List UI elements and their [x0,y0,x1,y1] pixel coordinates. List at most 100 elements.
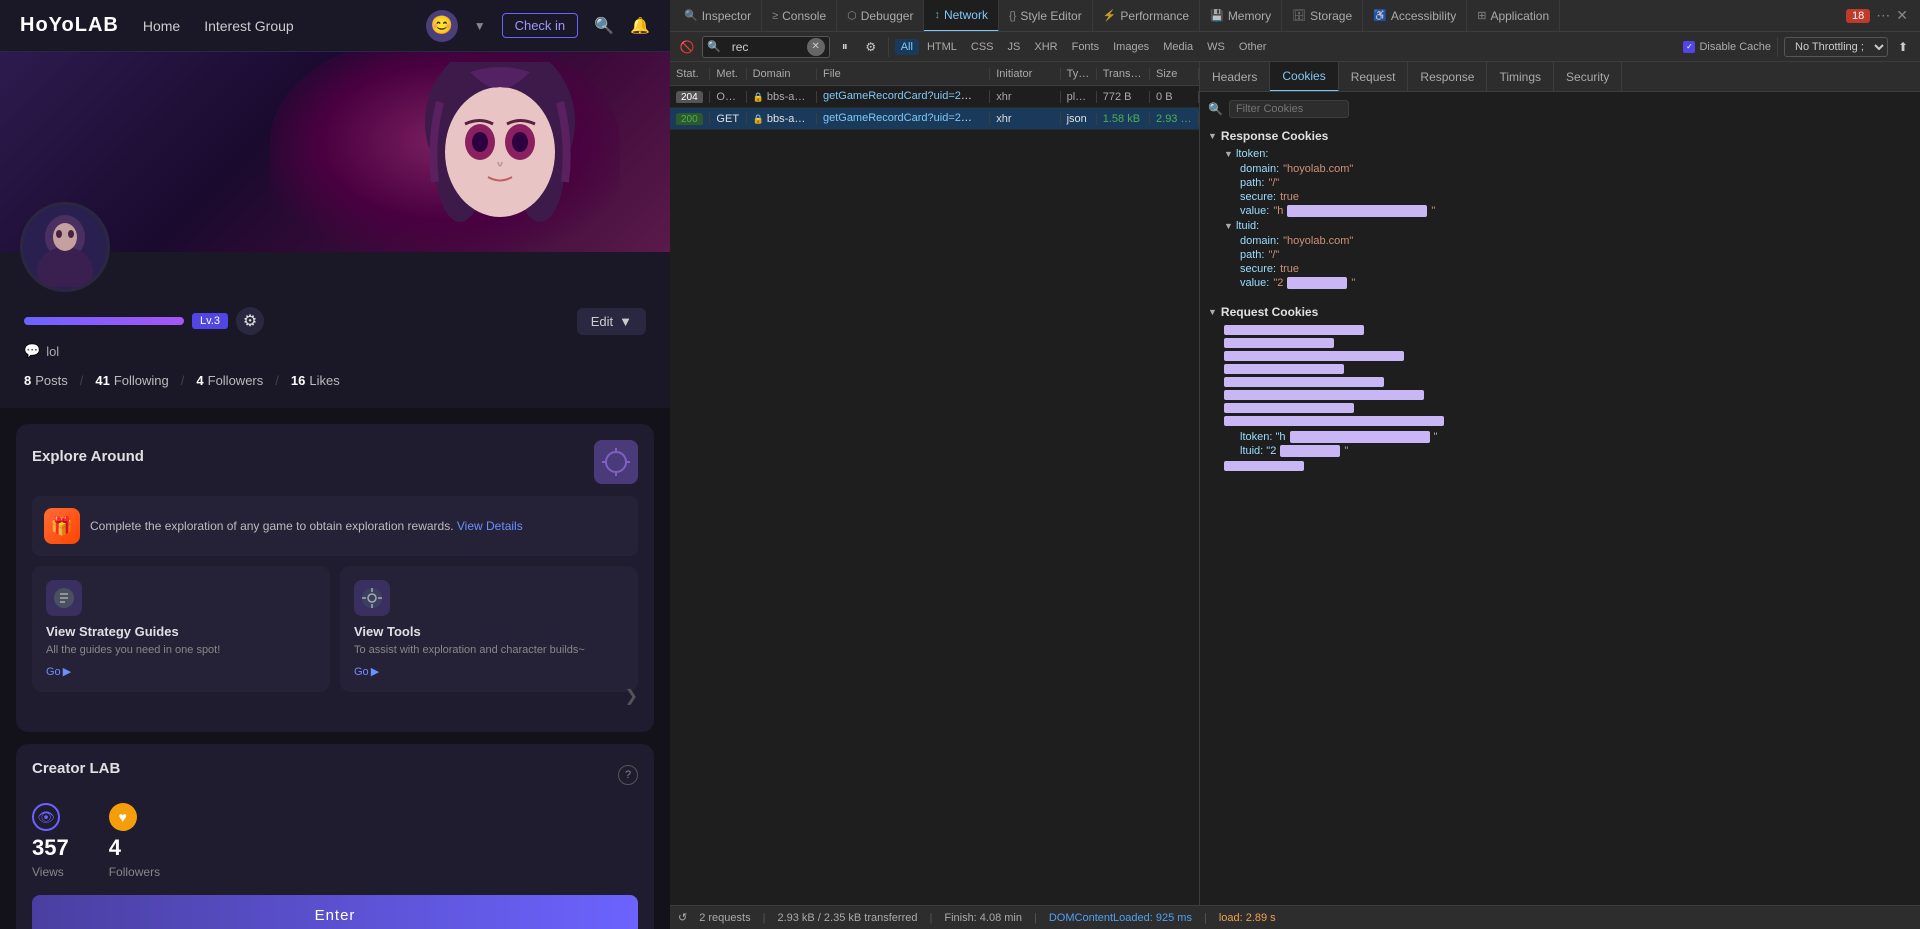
performance-icon: ⚡ [1103,9,1117,22]
logo: HoYoLAB [20,14,119,37]
views-label: Views [32,865,69,879]
nav-avatar[interactable]: 😊 [426,10,458,42]
view-details-link[interactable]: View Details [457,519,523,533]
detail-tab-cookies[interactable]: Cookies [1270,62,1338,92]
inspector-icon: 🔍 [684,9,698,22]
file-1: getGameRecordCard?uid=2 [817,90,990,102]
tab-performance[interactable]: ⚡ Performance [1093,0,1200,32]
response-cookies-section: ▼ Response Cookies ▼ ltoken: domain: "ho… [1208,126,1912,290]
nav-interest-group[interactable]: Interest Group [204,14,294,38]
devtools-more-icon[interactable]: ⋯ [1876,7,1890,24]
tab-application[interactable]: ⊞ Application [1467,0,1560,32]
detail-tab-request[interactable]: Request [1339,62,1409,92]
req-cookie-bar-3 [1224,351,1404,361]
explore-tiles: View Strategy Guides All the guides you … [32,566,638,692]
edit-button[interactable]: Edit ▼ [577,308,646,335]
filter-all[interactable]: All [895,39,919,55]
filter-xhr[interactable]: XHR [1028,39,1063,55]
header-size: Size [1150,68,1199,80]
req-cookie-bar-2 [1224,338,1334,348]
creator-lab-card: Creator LAB ? 👁 357 Views ♥ 4 Followers … [16,744,654,929]
tab-accessibility[interactable]: ♿ Accessibility [1363,0,1467,32]
network-empty-area [670,130,1199,905]
request-row-2[interactable]: 200 GET 🔒 bbs-api-... getGameRecordCard?… [670,108,1199,130]
filter-js[interactable]: JS [1002,39,1027,55]
size-1: 0 B [1150,91,1199,103]
req-cookie-bar-7 [1224,403,1354,413]
checkin-button[interactable]: Check in [502,13,579,38]
throttle-selector[interactable]: No Throttling ; [1784,37,1888,57]
promo-icon: 🎁 [44,508,80,544]
requests-count: 2 requests [699,912,750,924]
filter-css[interactable]: CSS [965,39,1000,55]
header-type: Type [1061,68,1097,80]
requests-panel: Stat. Met. Domain File Initiator Type Tr… [670,62,1200,905]
bio-text: 💬 lol [24,343,646,359]
filter-media[interactable]: Media [1157,39,1199,55]
memory-icon: 💾 [1210,9,1224,22]
username-bar [24,317,184,325]
notification-icon[interactable]: 🔔 [630,16,650,36]
profile-circle-icon[interactable]: ⚙ [236,307,264,335]
response-cookies-header[interactable]: ▼ Response Cookies [1208,126,1912,146]
disable-cache-checkbox[interactable]: ✓ [1683,41,1695,53]
cookies-filter-input[interactable] [1229,100,1349,118]
views-count: 357 [32,835,69,861]
strategy-guides-icon [46,580,82,616]
creator-lab-info-icon[interactable]: ? [618,765,638,785]
view-tools-go[interactable]: Go ▶ [354,665,624,678]
tab-memory[interactable]: 💾 Memory [1200,0,1282,32]
tab-network[interactable]: ↕ Network [924,0,999,32]
strategy-guides-go[interactable]: Go ▶ [46,665,316,678]
filter-cookies-icon: 🔍 [1208,102,1223,116]
explore-next-arrow[interactable]: ❯ [625,686,638,706]
devtools-close-icon[interactable]: ✕ [1896,7,1908,24]
tab-style-editor[interactable]: {} Style Editor [999,0,1093,32]
creator-lab-header: Creator LAB ? [32,760,638,789]
tab-debugger[interactable]: ⬡ Debugger [837,0,924,32]
detail-tab-timings[interactable]: Timings [1487,62,1554,92]
initiator-1: xhr [990,91,1060,103]
detail-tab-security[interactable]: Security [1554,62,1622,92]
request-cookies-header[interactable]: ▼ Request Cookies [1208,302,1912,322]
filter-html[interactable]: HTML [921,39,963,55]
ltoken-domain: domain: "hoyolab.com" [1208,162,1912,176]
disable-cache-label[interactable]: Disable Cache [1699,41,1771,53]
pause-button[interactable]: ⏸ [834,36,856,58]
filter-other[interactable]: Other [1233,39,1273,55]
view-tools-tile[interactable]: View Tools To assist with exploration an… [340,566,638,692]
ltuid-secure: secure: true [1208,262,1912,276]
req-cookie-bar-5 [1224,377,1384,387]
method-2: GET [710,113,746,125]
clear-requests-button[interactable]: 🚫 [676,36,698,58]
tab-console[interactable]: ≥ Console [762,0,837,32]
nav-home[interactable]: Home [143,14,180,38]
error-count-badge[interactable]: 18 [1846,9,1870,23]
detail-tabs: Headers Cookies Request Response Timings… [1200,62,1920,92]
req-cookie-bar-6 [1224,390,1424,400]
settings-button[interactable]: ⚙ [860,36,882,58]
strategy-guides-tile[interactable]: View Strategy Guides All the guides you … [32,566,330,692]
view-tools-desc: To assist with exploration and character… [354,643,624,657]
ltoken-secure: secure: true [1208,190,1912,204]
tab-inspector[interactable]: 🔍 Inspector [674,0,762,32]
transferred-info: 2.93 kB / 2.35 kB transferred [777,912,917,924]
enter-button[interactable]: Enter [32,895,638,929]
filter-ws[interactable]: WS [1201,39,1231,55]
search-icon[interactable]: 🔍 [594,16,614,36]
import-button[interactable]: ⬆ [1892,36,1914,58]
detail-tab-headers[interactable]: Headers [1200,62,1270,92]
tab-storage[interactable]: 🗄 Storage [1282,0,1363,32]
debugger-icon: ⬡ [847,9,857,22]
domcontentloaded-time: DOMContentLoaded: 925 ms [1049,912,1192,924]
reload-icon[interactable]: ↺ [678,911,687,924]
application-icon: ⊞ [1477,9,1486,22]
network-filter-input[interactable] [724,36,804,58]
request-row-1[interactable]: 204 OP... 🔒 bbs-api-... getGameRecordCar… [670,86,1199,108]
clear-filter-button[interactable]: ✕ [807,38,825,56]
likes-stat: 16 Likes [291,373,340,388]
filter-fonts[interactable]: Fonts [1066,39,1106,55]
detail-tab-response[interactable]: Response [1408,62,1487,92]
strategy-guides-title: View Strategy Guides [46,624,316,639]
filter-images[interactable]: Images [1107,39,1155,55]
